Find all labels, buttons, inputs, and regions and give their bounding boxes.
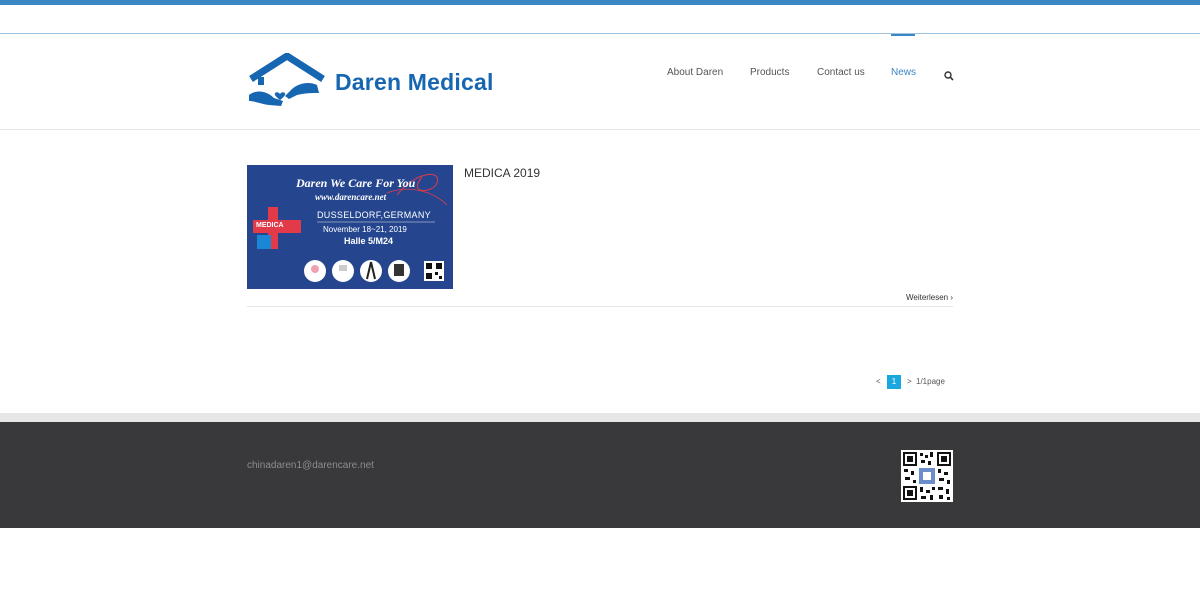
banner-location: DUSSELDORF,GERMANY: [317, 210, 431, 220]
read-more-link[interactable]: Weiterlesen ›: [906, 293, 953, 302]
post-item: Daren We Care For You www.darencare.net …: [247, 165, 953, 307]
top-strip: [0, 5, 1200, 34]
read-more-label: Weiterlesen: [906, 293, 949, 302]
search-button[interactable]: [944, 68, 954, 81]
nav-item-about-daren[interactable]: About Daren: [667, 67, 723, 78]
banner-medica-badge: MEDICA: [256, 222, 284, 229]
post-thumbnail[interactable]: Daren We Care For You www.darencare.net …: [247, 165, 453, 289]
pagination-info: 1/1page: [916, 377, 945, 386]
qr-code: [901, 450, 953, 502]
footer-email-link[interactable]: chinadaren1@darencare.net: [247, 460, 374, 471]
nav-active-indicator: [891, 34, 915, 36]
site-logo[interactable]: Daren Medical: [247, 53, 517, 111]
banner-headline: Daren We Care For You: [296, 176, 416, 190]
nav-item-products[interactable]: Products: [750, 67, 789, 78]
logo-text: Daren Medical: [335, 69, 494, 95]
banner-booth: Halle 5/M24: [344, 236, 394, 246]
logo-house-icon: [249, 53, 325, 106]
post-title[interactable]: MEDICA 2019: [464, 166, 540, 180]
footer-separator: [0, 413, 1200, 422]
main-nav: About Daren Products Contact us News: [655, 34, 955, 130]
nav-item-contact-us[interactable]: Contact us: [817, 67, 865, 78]
pagination-prev[interactable]: <: [876, 377, 881, 386]
nav-item-news[interactable]: News: [891, 67, 916, 78]
chevron-right-icon: ›: [950, 293, 953, 302]
site-footer: chinadaren1@darencare.net: [0, 422, 1200, 528]
banner-dates: November 18~21, 2019: [323, 225, 407, 234]
pagination-next[interactable]: >: [907, 377, 912, 386]
search-icon: [944, 71, 954, 81]
pagination-current-page[interactable]: 1: [887, 375, 901, 389]
site-header: Daren Medical About Daren Products Conta…: [0, 34, 1200, 130]
banner-website: www.darencare.net: [315, 192, 387, 202]
qr-code-image: [901, 450, 953, 502]
